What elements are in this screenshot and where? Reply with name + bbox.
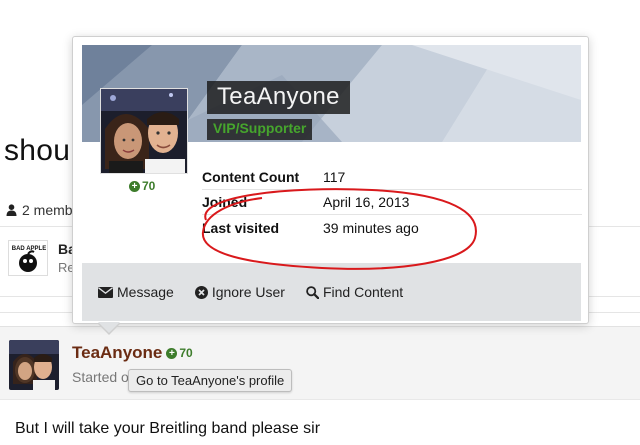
stat-label: Last visited bbox=[202, 219, 280, 236]
reputation-value: 70 bbox=[179, 346, 193, 360]
post-avatar[interactable] bbox=[9, 340, 59, 390]
username-banner: TeaAnyone bbox=[207, 81, 350, 114]
hovercard-actions: Message Ignore User Find Content bbox=[82, 263, 581, 321]
reputation-badge: + 70 bbox=[166, 346, 193, 360]
profile-avatar[interactable] bbox=[100, 88, 188, 174]
username[interactable]: TeaAnyone bbox=[217, 83, 340, 110]
envelope-icon bbox=[98, 286, 113, 298]
stat-label: Content Count bbox=[202, 169, 300, 185]
ignore-user-button[interactable]: Ignore User bbox=[194, 284, 285, 300]
avatar[interactable]: BAD APPLE bbox=[8, 240, 48, 276]
find-content-label: Find Content bbox=[322, 284, 404, 300]
message-button[interactable]: Message bbox=[98, 284, 174, 300]
stat-value: April 16, 2013 bbox=[323, 194, 410, 210]
member-row[interactable]: BAD APPLE Ba Re bbox=[8, 240, 78, 280]
plus-icon: + bbox=[129, 180, 140, 192]
topic-title: shou bbox=[4, 134, 71, 167]
search-icon bbox=[306, 285, 319, 299]
avatar-logo-text: BAD APPLE bbox=[12, 246, 46, 252]
stat-label: Joined bbox=[202, 194, 248, 210]
profile-hovercard: + 70 TeaAnyone VIP/Supporter Content Cou… bbox=[72, 36, 589, 335]
profile-stats: Content Count 117 Joined April 16, 2013 … bbox=[202, 165, 582, 240]
ignore-user-label: Ignore User bbox=[211, 284, 285, 300]
post-header: TeaAnyone + 70 Started o bbox=[0, 326, 640, 400]
find-content-button[interactable]: Find Content bbox=[306, 284, 403, 300]
reputation-badge: + 70 bbox=[129, 179, 155, 193]
member-group: VIP/Supporter bbox=[213, 120, 307, 136]
stat-value: 117 bbox=[323, 169, 346, 185]
stat-row: Joined April 16, 2013 bbox=[202, 190, 582, 215]
hovercard-pointer bbox=[97, 322, 121, 335]
stat-row: Last visited 39 minutes ago bbox=[202, 215, 582, 240]
group-banner: VIP/Supporter bbox=[207, 119, 313, 140]
members-text: 2 memb bbox=[22, 202, 73, 218]
stat-row: Content Count 117 bbox=[202, 165, 582, 190]
post-body: But I will take your Breitling band plea… bbox=[15, 420, 321, 437]
members-count: 2 memb bbox=[6, 202, 73, 218]
message-label: Message bbox=[117, 284, 174, 300]
post-author-link[interactable]: TeaAnyone bbox=[72, 343, 162, 363]
ignore-icon bbox=[194, 285, 208, 299]
stat-value: 39 minutes ago bbox=[323, 219, 419, 236]
profile-tooltip: Go to TeaAnyone's profile bbox=[128, 369, 293, 392]
user-icon bbox=[6, 204, 17, 216]
post-started-text: Started o bbox=[72, 369, 129, 385]
reputation-value: 70 bbox=[142, 179, 156, 193]
post-author: TeaAnyone + 70 bbox=[72, 343, 193, 363]
plus-icon: + bbox=[166, 347, 178, 359]
